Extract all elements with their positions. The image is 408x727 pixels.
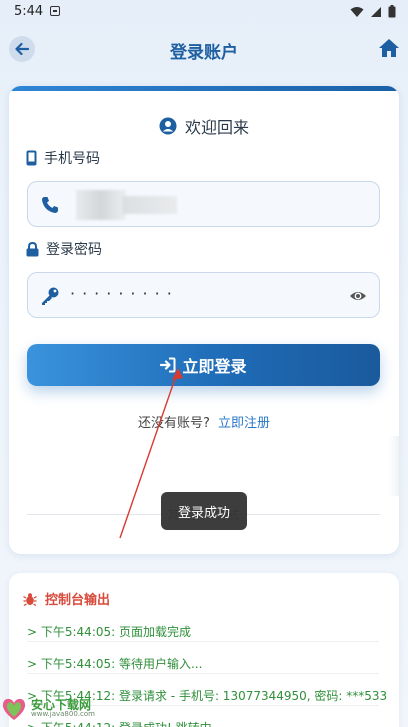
- signal-icon: [371, 6, 381, 17]
- register-link[interactable]: 立即注册: [218, 416, 270, 431]
- masked-phone-block: [122, 196, 177, 214]
- password-value: ·········: [70, 284, 179, 303]
- scroll-edge: [389, 436, 399, 496]
- watermark-sub: www.java800.com: [31, 710, 95, 719]
- eye-icon[interactable]: [349, 287, 367, 305]
- card-accent-bar: [9, 86, 399, 91]
- phone-label-text: 手机号码: [44, 151, 100, 167]
- welcome-heading: 欢迎回来: [9, 114, 399, 138]
- watermark-text: 安心下载网 www.java800.com: [31, 698, 95, 719]
- page-title: 登录账户: [170, 43, 238, 63]
- lock-icon: [26, 241, 39, 256]
- notification-icon: [50, 6, 60, 16]
- home-icon: [379, 39, 399, 57]
- sign-in-icon: [160, 357, 176, 373]
- wifi-icon: [350, 6, 364, 17]
- log-separator: [27, 673, 379, 674]
- status-icons: [350, 5, 396, 18]
- welcome-text: 欢迎回来: [184, 118, 249, 137]
- login-card: 欢迎回来 手机号码 登录密码 ········· 立即登录 还没有账号? 立即注…: [9, 86, 399, 554]
- login-button[interactable]: 立即登录: [27, 344, 380, 386]
- status-bar: 5:44: [0, 0, 408, 24]
- heart-logo-icon: [2, 698, 26, 720]
- mobile-phone-icon: [26, 150, 37, 166]
- login-button-label: 立即登录: [182, 357, 247, 376]
- home-button[interactable]: [378, 38, 400, 60]
- no-account-text: 还没有账号?: [138, 416, 210, 431]
- masked-phone-block: [76, 190, 126, 220]
- password-input[interactable]: ·········: [27, 272, 380, 318]
- console-header: 控制台输出: [23, 589, 110, 608]
- user-circle-icon: [159, 117, 177, 135]
- console-title: 控制台输出: [45, 593, 111, 608]
- key-icon: [42, 287, 59, 305]
- password-label: 登录密码: [26, 239, 102, 259]
- top-bar: 登录账户: [0, 30, 408, 70]
- phone-input[interactable]: [27, 181, 380, 227]
- toast-message: 登录成功: [161, 492, 247, 530]
- phone-icon: [42, 197, 58, 213]
- log-separator: [27, 641, 379, 642]
- log-line: > 下午5:44:05: 等待用户输入...: [27, 657, 203, 671]
- password-label-text: 登录密码: [46, 242, 102, 258]
- register-row: 还没有账号? 立即注册: [9, 412, 399, 431]
- status-time: 5:44: [14, 4, 44, 19]
- site-watermark: 安心下载网 www.java800.com: [0, 690, 110, 727]
- battery-icon: [388, 5, 396, 18]
- watermark-logo: [0, 695, 28, 723]
- log-line: > 下午5:44:05: 页面加载完成: [27, 625, 191, 639]
- bug-icon: [23, 592, 37, 606]
- phone-label: 手机号码: [26, 148, 100, 168]
